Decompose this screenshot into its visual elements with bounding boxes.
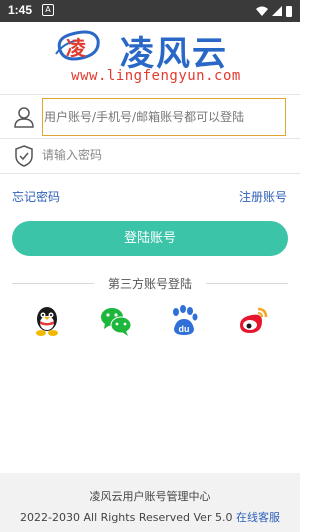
signal-icon — [272, 6, 282, 16]
status-icons — [256, 6, 292, 17]
login-button[interactable]: 登陆账号 — [12, 221, 288, 256]
divider — [0, 138, 300, 139]
divider — [0, 94, 300, 95]
divider — [0, 173, 300, 174]
logo-url: www.lingfengyun.com — [71, 68, 241, 84]
qq-icon[interactable] — [33, 305, 61, 337]
wifi-icon — [256, 6, 268, 16]
notification-icon: A — [42, 4, 54, 16]
wechat-icon[interactable] — [100, 305, 132, 337]
status-time: 1:45 — [8, 3, 33, 17]
user-icon — [14, 107, 34, 128]
footer-title: 凌风云用户账号管理中心 — [89, 490, 211, 503]
baidu-icon[interactable]: du — [170, 305, 198, 337]
support-link[interactable]: 在线客服 — [236, 511, 280, 524]
footer: 凌风云用户账号管理中心 2022-2030 All Rights Reserve… — [0, 473, 300, 532]
status-bar: 1:45 A — [0, 0, 300, 22]
weibo-icon[interactable] — [236, 305, 268, 337]
password-input[interactable]: 请输入密码 — [42, 142, 286, 168]
third-party-title: 第三方账号登陆 — [107, 277, 192, 291]
footer-copyright-row: 2022-2030 All Rights Reserved Ver 5.0 在线… — [0, 509, 300, 525]
shield-icon — [15, 145, 33, 167]
forgot-password-link[interactable]: 忘记密码 — [12, 188, 60, 205]
battery-icon — [286, 6, 292, 17]
footer-copyright: 2022-2030 All Rights Reserved Ver 5.0 — [20, 511, 233, 524]
svg-text:du: du — [179, 324, 190, 334]
register-link[interactable]: 注册账号 — [239, 188, 287, 205]
username-input[interactable]: 用户账号/手机号/邮箱账号都可以登陆 — [42, 98, 286, 136]
logo-mark-text: 凌 — [66, 36, 86, 60]
